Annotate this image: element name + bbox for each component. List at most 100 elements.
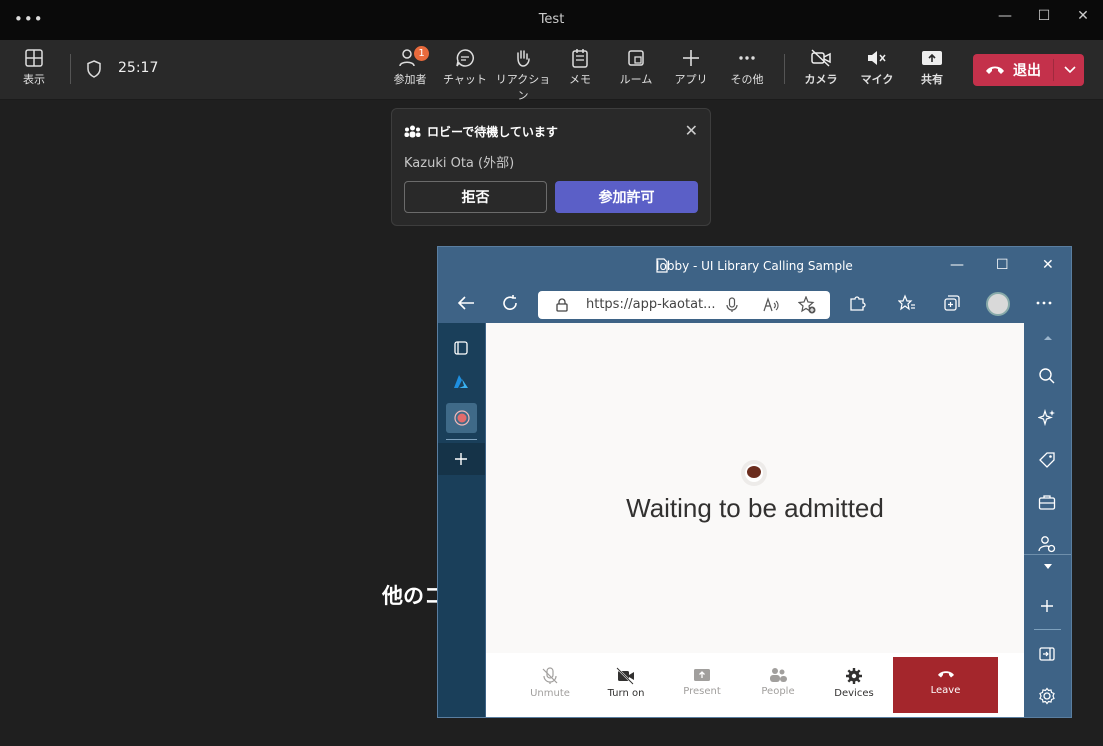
divider — [784, 54, 785, 84]
sparkle-icon[interactable] — [1038, 409, 1056, 427]
participants-badge: 1 — [414, 46, 429, 61]
present-button[interactable]: Present — [672, 667, 732, 697]
camera-button[interactable]: カメラ — [793, 48, 849, 87]
speaker-muted-icon — [868, 51, 886, 65]
browser-title: lobby - UI Library Calling Sample — [656, 259, 853, 273]
rooms-button[interactable]: ルーム — [608, 48, 664, 87]
edge-sidebar — [1024, 323, 1071, 717]
favorite-add-icon[interactable] — [798, 296, 816, 314]
waiting-status: Waiting to be admitted — [626, 493, 884, 523]
scroll-up-icon[interactable] — [1043, 335, 1053, 341]
deny-button[interactable]: 拒否 — [404, 181, 547, 213]
present-icon — [694, 669, 710, 681]
minimize-button[interactable]: — — [950, 257, 964, 273]
divider — [1024, 554, 1071, 555]
maximize-button[interactable]: ☐ — [996, 257, 1009, 273]
grid-icon — [25, 49, 43, 67]
camera-label: カメラ — [804, 73, 838, 86]
more-label: その他 — [730, 73, 764, 86]
window-title: Test — [538, 12, 565, 27]
plus-icon — [683, 50, 699, 66]
favorites-icon[interactable] — [898, 294, 916, 312]
divider — [1034, 629, 1061, 630]
browser-navbar: https://app-kaotat... — [438, 285, 1071, 323]
new-tab-button[interactable] — [438, 443, 485, 475]
web-content: Waiting to be admitted Unmute Turn on Pr… — [486, 323, 1024, 717]
chevron-down-icon — [1063, 66, 1076, 74]
leave-call-label: Leave — [930, 685, 961, 696]
more-icon — [739, 56, 755, 60]
chevron-down-icon[interactable] — [1043, 563, 1053, 570]
minimize-button[interactable]: — — [990, 8, 1020, 24]
leave-meeting-button[interactable]: 退出 — [973, 54, 1084, 86]
gear-icon — [846, 668, 862, 684]
leave-options-button[interactable] — [1055, 54, 1084, 86]
tag-icon[interactable] — [1038, 451, 1056, 469]
divider — [1053, 59, 1054, 81]
mic-button[interactable]: マイク — [849, 48, 905, 87]
plus-icon[interactable] — [1038, 597, 1056, 615]
hang-up-icon — [937, 671, 954, 678]
people-icon — [770, 668, 787, 682]
mic-label: マイク — [860, 73, 894, 86]
plus-icon — [455, 453, 467, 465]
devices-label: Devices — [834, 688, 874, 699]
present-label: Present — [683, 686, 721, 697]
search-icon[interactable] — [1038, 367, 1056, 385]
admit-button[interactable]: 参加許可 — [555, 181, 698, 213]
camera-off-icon — [811, 49, 831, 67]
close-icon[interactable]: ✕ — [685, 121, 698, 140]
turn-on-label: Turn on — [607, 688, 645, 699]
close-button[interactable]: ✕ — [1068, 8, 1098, 24]
address-bar[interactable]: https://app-kaotat... — [538, 291, 830, 319]
unmute-button[interactable]: Unmute — [520, 667, 580, 699]
notes-button[interactable]: メモ — [552, 48, 608, 87]
person-settings-icon[interactable] — [1038, 535, 1056, 553]
settings-icon[interactable] — [1038, 687, 1056, 705]
maximize-button[interactable]: ☐ — [1029, 8, 1059, 24]
leave-label: 退出 — [1013, 63, 1041, 79]
rooms-icon — [628, 50, 644, 66]
close-button[interactable]: ✕ — [1042, 257, 1054, 273]
lobby-notification: ロビーで待機しています ✕ Kazuki Ota (外部) 拒否 参加許可 — [391, 108, 711, 226]
share-label: 共有 — [921, 73, 943, 86]
url-text: https://app-kaotat... — [586, 297, 716, 312]
microphone-icon[interactable] — [726, 297, 738, 313]
more-button[interactable]: その他 — [719, 48, 775, 87]
people-button[interactable]: People — [748, 667, 808, 697]
avatar[interactable] — [986, 292, 1010, 316]
read-aloud-icon[interactable] — [763, 297, 779, 313]
share-button[interactable]: 共有 — [904, 48, 960, 87]
hide-sidebar-icon[interactable] — [1038, 645, 1056, 663]
briefcase-icon[interactable] — [1038, 493, 1056, 511]
lobby-title: ロビーで待機しています — [427, 125, 558, 139]
chat-button[interactable]: チャット — [437, 48, 493, 87]
apps-button[interactable]: アプリ — [663, 48, 719, 87]
extensions-icon[interactable] — [848, 294, 866, 312]
notes-label: メモ — [569, 73, 591, 86]
meeting-timer: 25:17 — [118, 60, 159, 76]
call-controls: Unmute Turn on Present People Devices Le… — [486, 653, 1024, 717]
rooms-label: ルーム — [619, 73, 653, 86]
devices-button[interactable]: Devices — [824, 667, 884, 699]
refresh-icon[interactable] — [501, 294, 519, 312]
view-button[interactable]: 表示 — [6, 48, 62, 87]
share-icon — [922, 51, 942, 65]
meeting-toolbar: 表示 25:17 1 参加者 チャット リアクション メモ ルーム アプリ その… — [0, 40, 1103, 103]
reactions-button[interactable]: リアクション — [493, 48, 553, 103]
leave-main[interactable]: 退出 — [973, 54, 1053, 86]
lobby-header: ロビーで待機しています — [404, 123, 558, 140]
participants-button[interactable]: 1 参加者 — [382, 46, 438, 87]
collections-icon[interactable] — [943, 294, 961, 312]
turn-on-camera-button[interactable]: Turn on — [596, 667, 656, 699]
title-bar: ••• Test — ☐ ✕ — [0, 0, 1103, 40]
vertical-tabs-bar — [438, 323, 485, 717]
back-icon[interactable] — [456, 294, 476, 312]
hang-up-icon — [986, 66, 1004, 74]
more-icon[interactable] — [1035, 294, 1053, 312]
meeting-stage-text: 他のコ — [382, 584, 445, 608]
view-label: 表示 — [23, 73, 45, 86]
leave-call-button[interactable]: Leave — [893, 657, 998, 713]
azure-icon[interactable] — [453, 374, 469, 390]
tab-actions-icon[interactable] — [453, 340, 469, 356]
